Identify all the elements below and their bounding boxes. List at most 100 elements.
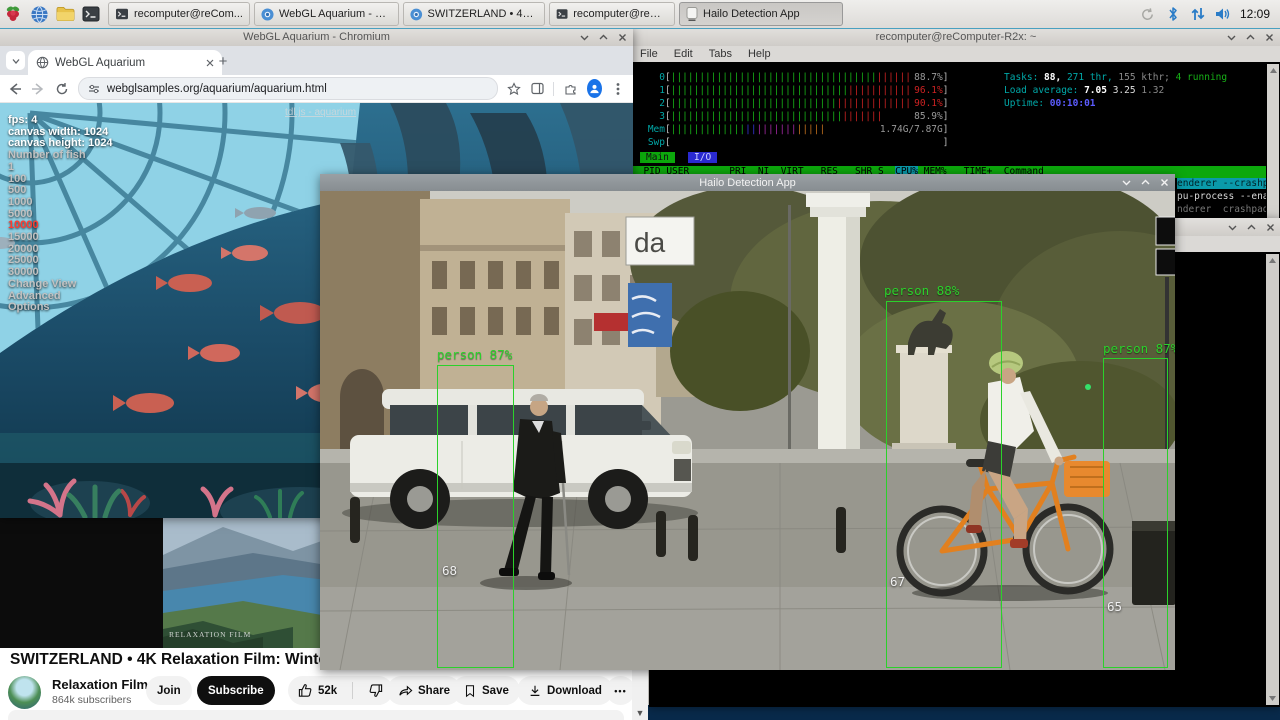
- pill-divider: [352, 682, 353, 699]
- detection-box: [437, 365, 514, 668]
- maximize-icon[interactable]: [1247, 223, 1256, 232]
- taskbar-window-switzerland[interactable]: SWITZERLAND • 4K ...: [403, 2, 545, 26]
- channel-name[interactable]: Relaxation Film ✓: [52, 677, 160, 692]
- site-settings-icon[interactable]: [88, 83, 100, 95]
- system-tray: 12:09: [1140, 6, 1280, 22]
- more-actions-button[interactable]: •••: [606, 676, 635, 705]
- window-hailo-detection: Hailo Detection App: [320, 174, 1175, 670]
- options-link[interactable]: Options: [8, 302, 113, 314]
- process-row-selected[interactable]: enderer --crashpad: [1177, 178, 1266, 189]
- minimize-icon[interactable]: [580, 33, 589, 42]
- chromium-window-title: WebGL Aquarium - Chromium: [243, 31, 390, 43]
- terminal-icon: [556, 8, 568, 20]
- extensions-icon[interactable]: [563, 80, 577, 98]
- fish-option[interactable]: 1: [8, 162, 113, 174]
- menu-file[interactable]: File: [640, 48, 658, 60]
- video-watermark: RELAXATION FILM: [169, 630, 251, 639]
- tab-title: WebGL Aquarium: [55, 57, 200, 69]
- fish-option[interactable]: 15000: [8, 232, 113, 244]
- volume-icon[interactable]: [1215, 6, 1231, 22]
- download-button[interactable]: Download: [517, 676, 613, 705]
- minimize-icon[interactable]: [1228, 223, 1237, 232]
- maximize-icon[interactable]: [1246, 33, 1255, 42]
- track-id: 68: [442, 563, 457, 578]
- change-view-link[interactable]: Change View: [8, 279, 113, 291]
- join-button[interactable]: Join: [146, 676, 192, 705]
- url-text: webglsamples.org/aquarium/aquarium.html: [107, 83, 327, 95]
- close-icon[interactable]: [1265, 33, 1274, 42]
- forward-button[interactable]: [31, 80, 45, 98]
- menu-help[interactable]: Help: [748, 48, 771, 60]
- tab-webgl-aquarium[interactable]: WebGL Aquarium: [28, 50, 222, 75]
- file-manager-folder-icon[interactable]: [52, 2, 78, 26]
- taskbar-window-terminal-2[interactable]: recomputer@reCom...: [549, 2, 675, 26]
- cpu-meter-1: 1[||||||||||||||||||||||||||||||||||||||…: [640, 85, 948, 96]
- tab-search-button[interactable]: [6, 51, 25, 70]
- clock[interactable]: 12:09: [1240, 7, 1270, 21]
- description-box[interactable]: [8, 710, 624, 720]
- bluetooth-icon[interactable]: [1165, 6, 1181, 22]
- tab-close-icon[interactable]: [206, 54, 214, 72]
- cpu-meter-2: 2[||||||||||||||||||||||||||||||||||||||…: [640, 98, 948, 109]
- process-row[interactable]: nderer crashpad: [1177, 204, 1266, 215]
- scroll-down-icon: [1268, 694, 1277, 703]
- channel-row: Relaxation Film ✓ 864k subscribers Join …: [0, 675, 632, 709]
- address-bar[interactable]: webglsamples.org/aquarium/aquarium.html: [78, 77, 498, 100]
- like-button[interactable]: 52k: [288, 676, 347, 705]
- menu-edit[interactable]: Edit: [674, 48, 693, 60]
- page-link[interactable]: tdl.js - aquarium: [285, 107, 356, 118]
- chromium-icon: [410, 8, 423, 21]
- svg-text:da: da: [634, 227, 666, 258]
- close-icon[interactable]: [1160, 178, 1169, 187]
- process-row[interactable]: pu-process --enabl: [1177, 191, 1266, 202]
- close-icon[interactable]: [1266, 223, 1275, 232]
- fish-option[interactable]: 1000: [8, 197, 113, 209]
- htop-tab-main[interactable]: Main: [640, 152, 675, 163]
- channel-avatar[interactable]: [8, 676, 41, 709]
- maximize-icon[interactable]: [599, 33, 608, 42]
- detection-box: [886, 301, 1002, 668]
- chromium-titlebar[interactable]: WebGL Aquarium - Chromium: [0, 28, 633, 46]
- profile-avatar[interactable]: [587, 79, 602, 98]
- network-arrows-icon[interactable]: [1190, 6, 1206, 22]
- updates-icon[interactable]: [1140, 6, 1156, 22]
- browser-menu-icon[interactable]: [611, 80, 625, 98]
- htop-titlebar[interactable]: recomputer@reComputer-R2x: ~: [632, 28, 1280, 46]
- close-icon[interactable]: [618, 33, 627, 42]
- like-count: 52k: [318, 685, 337, 697]
- maximize-icon[interactable]: [1141, 178, 1150, 187]
- htop-menubar: File Edit Tabs Help: [632, 46, 1280, 62]
- terminal2-scrollbar[interactable]: [1266, 254, 1279, 705]
- desktop: recomputer@reComputer-R2x: ~ File Edit T…: [0, 0, 1280, 720]
- hailo-app-icon: [686, 7, 698, 21]
- new-tab-button[interactable]: +: [214, 53, 232, 71]
- fps-readout: fps: 4: [8, 115, 113, 127]
- track-id: 65: [1107, 599, 1122, 614]
- tasks-line: Tasks: 88, 271 thr, 155 kthr; 4 running: [1004, 72, 1227, 83]
- thumb-down-icon: [368, 683, 383, 698]
- share-icon: [398, 683, 413, 698]
- menu-tabs[interactable]: Tabs: [709, 48, 732, 60]
- menu-raspberry-icon[interactable]: [0, 2, 26, 26]
- taskbar-window-aquarium[interactable]: WebGL Aquarium - C...: [254, 2, 399, 26]
- save-button[interactable]: Save: [452, 676, 520, 705]
- minimize-icon[interactable]: [1122, 178, 1131, 187]
- subscribe-button[interactable]: Subscribe: [197, 676, 275, 705]
- taskbar-window-terminal-1[interactable]: recomputer@reCom...: [108, 2, 250, 26]
- terminal-launcher-icon[interactable]: [78, 2, 104, 26]
- reload-button[interactable]: [55, 80, 69, 98]
- share-button[interactable]: Share: [387, 676, 461, 705]
- browser-globe-icon[interactable]: [26, 2, 52, 26]
- detection-label: person 87%: [437, 347, 512, 362]
- back-button[interactable]: [8, 80, 22, 98]
- taskbar-window-hailo[interactable]: Hailo Detection App: [679, 2, 843, 26]
- hailo-window-title: Hailo Detection App: [699, 177, 796, 189]
- scroll-down-icon[interactable]: ▼: [632, 706, 648, 720]
- minimize-icon[interactable]: [1227, 33, 1236, 42]
- side-panel-icon[interactable]: [530, 80, 544, 98]
- thumb-up-icon: [298, 683, 313, 698]
- aquarium-hud: fps: 4 canvas width: 1024 canvas height:…: [8, 115, 113, 314]
- htop-tab-io[interactable]: I/O: [688, 152, 717, 163]
- bookmark-star-icon[interactable]: [507, 80, 521, 98]
- hailo-titlebar[interactable]: Hailo Detection App: [320, 174, 1175, 191]
